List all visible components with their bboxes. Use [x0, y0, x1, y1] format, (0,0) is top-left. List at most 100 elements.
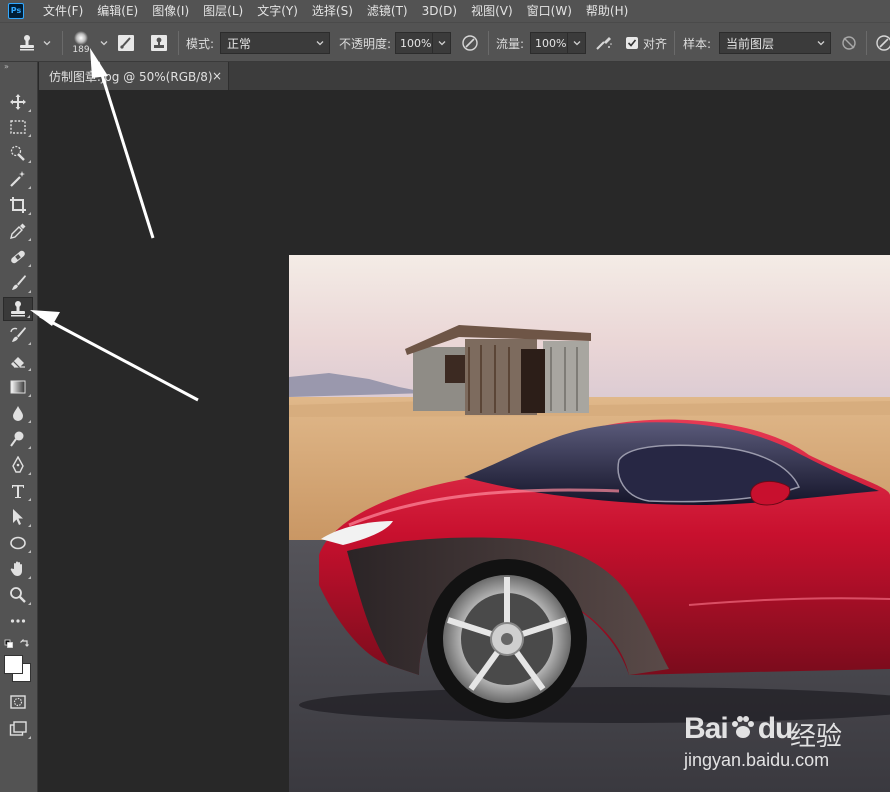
- dodge-icon: [10, 431, 24, 447]
- magic-wand-icon: [10, 171, 25, 187]
- ignore-adjustment-icon: [842, 36, 856, 50]
- pressure-opacity-toggle[interactable]: [460, 23, 480, 63]
- move-tool[interactable]: [3, 90, 33, 114]
- document-tab-bar: 仿制图章.jpg @ 50%(RGB/8) ×: [39, 62, 890, 90]
- tool-options-bar: 189 模式: 正常 不透明度: 100% 流量: 100% 对齐 样本: 当前…: [0, 22, 890, 62]
- clone-stamp-icon: [20, 35, 34, 51]
- bandage-icon: [11, 250, 25, 264]
- edit-toolbar-button[interactable]: [3, 609, 33, 633]
- pen-tool[interactable]: [3, 453, 33, 477]
- opacity-input[interactable]: 100%: [395, 32, 433, 54]
- foreground-color-swatch[interactable]: [4, 655, 23, 674]
- clone-source-icon: [151, 35, 167, 51]
- menu-filter[interactable]: 滤镜(T): [360, 0, 415, 22]
- clone-stamp-tool[interactable]: [3, 297, 33, 321]
- type-tool[interactable]: [3, 479, 33, 503]
- history-brush-tool[interactable]: [3, 323, 33, 347]
- sample-select[interactable]: 当前图层: [719, 32, 831, 54]
- flow-input[interactable]: 100%: [530, 32, 568, 54]
- menu-select[interactable]: 选择(S): [305, 0, 360, 22]
- rectangular-marquee-icon: [10, 120, 26, 134]
- quick-selection-tool[interactable]: [3, 141, 33, 165]
- default-colors-and-swap-icons[interactable]: [3, 638, 33, 652]
- menu-3d[interactable]: 3D(D): [415, 0, 464, 22]
- brush-settings-toggle[interactable]: [117, 23, 135, 63]
- zoom-tool[interactable]: [3, 583, 33, 607]
- eyedropper-tool[interactable]: [3, 219, 33, 243]
- paw-logo-icon: [731, 716, 754, 738]
- menu-image[interactable]: 图像(I): [145, 0, 196, 22]
- aligned-checkbox-group[interactable]: 对齐: [626, 23, 667, 63]
- eyedropper-icon: [10, 223, 26, 239]
- move-icon: [10, 94, 26, 110]
- ignore-adjustment-layers-toggle[interactable]: [840, 23, 858, 63]
- menu-edit[interactable]: 编辑(E): [90, 0, 145, 22]
- menu-view[interactable]: 视图(V): [464, 0, 520, 22]
- opacity-label: 不透明度:: [339, 36, 392, 51]
- airbrush-toggle[interactable]: [594, 23, 614, 63]
- pen-pressure-icon: [462, 35, 478, 51]
- aligned-label: 对齐: [643, 36, 668, 51]
- more-dots-icon: [10, 619, 26, 623]
- ellipse-icon: [10, 536, 26, 550]
- brush-preset-picker[interactable]: 189: [72, 23, 90, 63]
- sample-label: 样本:: [683, 36, 712, 51]
- quick-selection-icon: [10, 145, 25, 161]
- menu-layer[interactable]: 图层(L): [196, 0, 250, 22]
- marquee-tool[interactable]: [3, 115, 33, 139]
- document-tab[interactable]: 仿制图章.jpg @ 50%(RGB/8) ×: [39, 62, 229, 90]
- blur-tool[interactable]: [3, 401, 33, 425]
- menu-type[interactable]: 文字(Y): [250, 0, 305, 22]
- ellipse-tool[interactable]: [3, 531, 33, 555]
- quick-mask-button[interactable]: [3, 690, 33, 714]
- water-drop-icon: [13, 406, 23, 421]
- hand-tool[interactable]: [3, 557, 33, 581]
- airbrush-icon: [596, 37, 612, 50]
- menu-bar: Ps 文件(F) 编辑(E) 图像(I) 图层(L) 文字(Y) 选择(S) 滤…: [0, 0, 890, 22]
- gradient-tool[interactable]: [3, 375, 33, 399]
- menu-file[interactable]: 文件(F): [36, 0, 90, 22]
- clone-source-toggle[interactable]: [150, 23, 168, 63]
- document-canvas[interactable]: [39, 90, 890, 792]
- pen-icon: [12, 456, 24, 473]
- healing-brush-tool[interactable]: [3, 245, 33, 269]
- clone-stamp-icon: [11, 301, 25, 317]
- pen-pressure-size-icon: [876, 35, 890, 51]
- aligned-checkbox[interactable]: [626, 37, 638, 49]
- toolbox-collapse-button[interactable]: »: [4, 62, 9, 71]
- tool-preset-picker[interactable]: [18, 23, 52, 63]
- toolbox-panel: »: [0, 62, 38, 792]
- hand-icon: [10, 561, 22, 576]
- screen-mode-button[interactable]: [3, 717, 33, 741]
- path-selection-tool[interactable]: [3, 505, 33, 529]
- blend-mode-value: 正常: [227, 36, 252, 51]
- blend-mode-select[interactable]: 正常: [220, 32, 330, 54]
- watermark-logo-text: Bai du: [684, 712, 793, 745]
- magic-wand-tool[interactable]: [3, 167, 33, 191]
- checkmark-icon: [627, 39, 637, 47]
- pressure-size-toggle[interactable]: [874, 23, 890, 63]
- eraser-icon: [11, 357, 25, 368]
- menu-window[interactable]: 窗口(W): [520, 0, 579, 22]
- brush-icon: [12, 275, 26, 290]
- dodge-tool[interactable]: [3, 427, 33, 451]
- close-icon[interactable]: ×: [212, 69, 222, 83]
- eraser-tool[interactable]: [3, 349, 33, 373]
- chevron-down-icon: [438, 41, 445, 46]
- chevron-down-icon[interactable]: [99, 38, 109, 48]
- menu-help[interactable]: 帮助(H): [579, 0, 635, 22]
- opacity-slider-toggle[interactable]: [433, 32, 451, 54]
- quick-mask-icon: [10, 695, 26, 709]
- screen-mode-icon: [9, 721, 27, 736]
- photoshop-logo-icon: Ps: [8, 3, 24, 19]
- crop-tool[interactable]: [3, 193, 33, 217]
- watermark-url: jingyan.baidu.com: [684, 750, 830, 770]
- gradient-icon: [10, 380, 26, 394]
- baidu-jingyan-watermark: Bai du 经验 jingyan.baidu.com: [684, 700, 884, 780]
- flow-slider-toggle[interactable]: [568, 32, 586, 54]
- mode-label: 模式:: [186, 36, 215, 51]
- brush-settings-icon: [118, 35, 134, 51]
- brush-size-label: 189: [72, 45, 90, 55]
- brush-tool[interactable]: [3, 271, 33, 295]
- crop-icon: [10, 197, 26, 213]
